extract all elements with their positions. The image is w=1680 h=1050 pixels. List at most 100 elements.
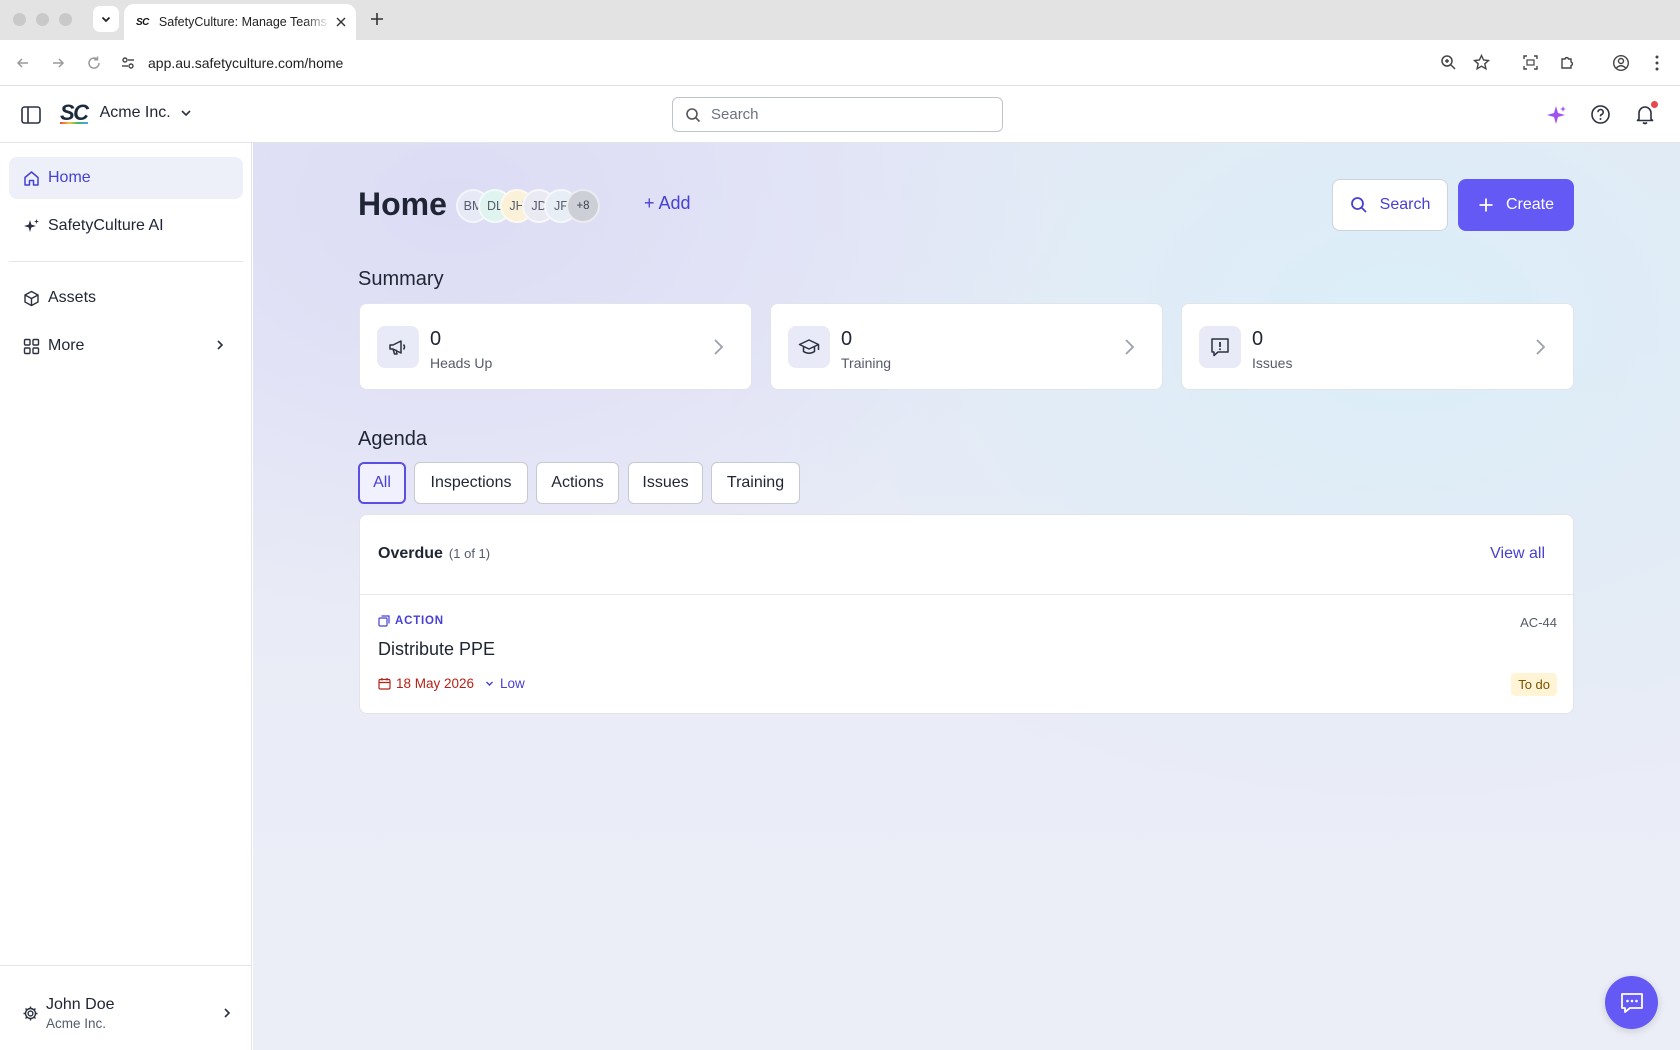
ai-sparkle-icon[interactable]	[1545, 104, 1567, 126]
summary-heading: Summary	[358, 268, 444, 290]
summary-label: Heads Up	[430, 355, 493, 371]
item-type: ACTION	[378, 615, 444, 627]
create-button[interactable]: Create	[1458, 179, 1574, 231]
cube-icon	[23, 290, 41, 307]
close-icon[interactable]	[336, 17, 346, 27]
overdue-card: Overdue (1 of 1) View all ACTION AC-44 Di…	[359, 514, 1574, 714]
tab-title: SafetyCulture: Manage Teams and Inspecti…	[158, 15, 330, 29]
user-org: Acme Inc.	[46, 1015, 107, 1031]
overdue-count: (1 of 1)	[448, 546, 491, 561]
search-icon	[686, 107, 701, 122]
summary-count: 0	[430, 328, 442, 350]
tab-search-button[interactable]	[93, 6, 119, 32]
chevron-down-icon	[181, 110, 191, 117]
help-icon[interactable]	[1590, 104, 1611, 125]
sidebar-item-more[interactable]: More	[9, 325, 243, 367]
safetyculture-logo: SC	[60, 100, 89, 125]
item-title: Distribute PPE	[378, 639, 496, 659]
page-title: Home	[358, 186, 447, 222]
browser-tab-bar: SC SafetyCulture: Manage Teams and Inspe…	[0, 0, 1680, 40]
browser-tab[interactable]: SC SafetyCulture: Manage Teams and Inspe…	[124, 4, 356, 40]
browser-menu-icon[interactable]	[1650, 54, 1664, 72]
agenda-filter-actions[interactable]: Actions	[536, 462, 619, 504]
calendar-icon	[378, 678, 391, 690]
summary-card-issues[interactable]: 0 Issues	[1181, 303, 1574, 390]
alert-bubble-icon	[1199, 326, 1241, 368]
search-button-label: Search	[1379, 196, 1431, 213]
agenda-filter-all[interactable]: All	[358, 462, 406, 504]
reload-icon[interactable]	[86, 55, 102, 71]
agenda-heading: Agenda	[358, 428, 427, 450]
sparkle-icon	[23, 218, 41, 235]
sidebar: Home SafetyCulture AI Assets More John D…	[0, 143, 252, 1050]
plus-icon	[1479, 198, 1493, 212]
notification-dot	[1651, 101, 1658, 108]
sidebar-item-home[interactable]: Home	[9, 157, 243, 199]
summary-count: 0	[1252, 328, 1264, 350]
avatar-more[interactable]: +8	[566, 189, 600, 223]
agenda-filter-issues[interactable]: Issues	[628, 462, 703, 504]
add-member-button[interactable]: + Add	[644, 193, 691, 214]
window-close-button[interactable]	[13, 13, 26, 26]
graduation-cap-icon	[788, 326, 830, 368]
chevron-right-icon	[224, 1008, 231, 1018]
bookmark-star-icon[interactable]	[1473, 54, 1490, 71]
agenda-filter-inspections[interactable]: Inspections	[414, 462, 528, 504]
priority: Low	[484, 676, 525, 691]
chevron-right-icon	[1536, 339, 1546, 355]
zoom-icon[interactable]	[1440, 54, 1457, 71]
sidebar-item-label: SafetyCulture AI	[48, 217, 164, 234]
window-maximize-button[interactable]	[59, 13, 72, 26]
sidebar-item-assets[interactable]: Assets	[9, 277, 243, 319]
sidebar-item-label: Home	[48, 169, 91, 186]
global-search-input[interactable]: Search	[672, 97, 1003, 132]
url-field[interactable]: app.au.safetyculture.com/home	[120, 46, 1420, 80]
due-date: 18 May 2026	[378, 676, 474, 691]
sidebar-footer-divider	[0, 965, 252, 966]
org-switcher[interactable]: SC Acme Inc.	[60, 100, 193, 126]
sidebar-toggle-icon[interactable]	[21, 106, 41, 124]
tab-favicon-icon: SC	[136, 16, 149, 28]
user-name: John Doe	[46, 995, 115, 1013]
create-button-label: Create	[1505, 196, 1555, 213]
screenshot-icon[interactable]	[1522, 54, 1539, 71]
forward-arrow-icon[interactable]	[50, 55, 66, 71]
search-placeholder: Search	[711, 106, 759, 123]
new-tab-icon[interactable]	[368, 10, 386, 28]
window-minimize-button[interactable]	[36, 13, 49, 26]
search-icon	[1350, 197, 1367, 213]
card-divider	[360, 594, 1573, 595]
gear-icon	[23, 1006, 38, 1020]
status-badge: To do	[1511, 673, 1557, 696]
chat-button[interactable]	[1605, 976, 1658, 1029]
sidebar-item-label: More	[48, 337, 85, 354]
priority-text: Low	[500, 676, 525, 691]
summary-card-training[interactable]: 0 Training	[770, 303, 1163, 390]
agenda-filter-training[interactable]: Training	[711, 462, 800, 504]
back-arrow-icon[interactable]	[15, 55, 31, 71]
megaphone-icon	[377, 326, 419, 368]
user-menu[interactable]: John Doe Acme Inc.	[22, 993, 234, 1033]
org-name: Acme Inc.	[99, 104, 171, 121]
home-icon	[23, 170, 41, 187]
summary-label: Training	[841, 355, 892, 371]
app-header: SC Acme Inc. Search	[0, 86, 1680, 143]
view-all-link[interactable]: View all	[1490, 545, 1545, 563]
browser-address-bar: app.au.safetyculture.com/home	[0, 40, 1680, 86]
chat-icon	[1620, 992, 1643, 1013]
due-date-text: 18 May 2026	[396, 676, 475, 691]
chevron-right-icon	[1125, 339, 1135, 355]
sidebar-item-safetyculture-ai[interactable]: SafetyCulture AI	[9, 205, 243, 247]
summary-card-heads-up[interactable]: 0 Heads Up	[359, 303, 752, 390]
summary-label: Issues	[1252, 355, 1293, 371]
extensions-puzzle-icon[interactable]	[1559, 54, 1576, 71]
summary-count: 0	[841, 328, 853, 350]
chevron-right-icon	[217, 340, 224, 350]
sidebar-divider	[9, 261, 243, 262]
overdue-heading: Overdue (1 of 1)	[378, 545, 490, 563]
site-settings-icon[interactable]	[120, 55, 136, 71]
profile-icon[interactable]	[1612, 54, 1630, 72]
action-icon	[378, 615, 390, 627]
chevron-down-icon	[486, 681, 493, 686]
search-button[interactable]: Search	[1332, 179, 1448, 231]
